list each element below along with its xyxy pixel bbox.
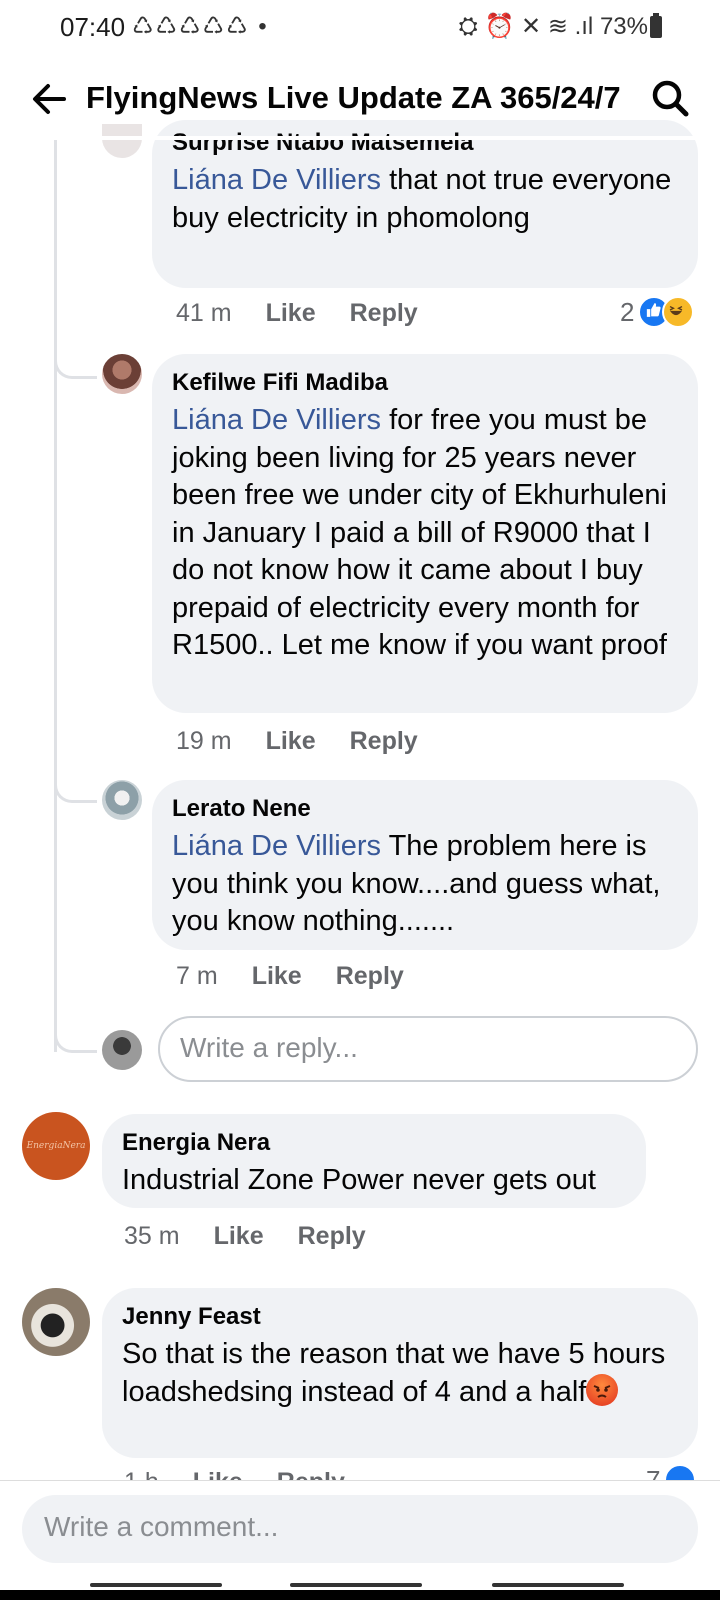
comment-bubble: Jenny Feast So that is the reason that w… xyxy=(102,1288,698,1458)
comment-author[interactable]: Kefilwe Fifi Madiba xyxy=(172,368,678,398)
mention-link[interactable]: Liána De Villiers xyxy=(172,164,381,196)
avatar[interactable]: EnergiaNera xyxy=(22,1112,90,1180)
reply-input[interactable]: Write a reply... xyxy=(158,1016,698,1082)
avatar[interactable] xyxy=(102,354,142,394)
comment-input[interactable]: Write a comment... xyxy=(22,1495,698,1563)
reaction-summary[interactable]: 2 xyxy=(620,296,695,328)
comment-time[interactable]: 7 m xyxy=(176,962,218,991)
page-title: FlyingNews Live Update ZA 365/24/7 xyxy=(86,80,621,115)
reply-button[interactable]: Reply xyxy=(350,299,418,328)
like-button[interactable]: Like xyxy=(252,962,302,991)
like-button[interactable]: Like xyxy=(266,727,316,756)
comment-composer: Write a comment... xyxy=(0,1480,720,1591)
comment-actions: 35 m Like Reply xyxy=(124,1222,366,1251)
comment-bubble: Energia Nera Industrial Zone Power never… xyxy=(102,1114,646,1208)
comment-text: Liána De Villiers that not true everyone… xyxy=(172,162,678,237)
thread-branch xyxy=(54,778,97,803)
haha-reaction-icon xyxy=(662,296,695,328)
comment-bubble: Lerato Nene Liána De Villiers The proble… xyxy=(152,780,698,950)
system-icons: ⛭ ⏰ ✕ ≋ .ıl xyxy=(458,13,594,40)
comment-actions: 19 m Like Reply xyxy=(176,727,418,756)
comment-actions: 41 m Like Reply xyxy=(176,299,418,328)
status-bar: 07:40 ♺♺♺♺♺ • ⛭ ⏰ ✕ ≋ .ıl 73% xyxy=(0,0,720,54)
status-time: 07:40 xyxy=(60,12,126,42)
search-icon[interactable] xyxy=(650,78,690,118)
comment-author[interactable]: Jenny Feast xyxy=(122,1302,678,1332)
comment-text: Liána De Villiers The problem here is yo… xyxy=(172,828,678,941)
like-button[interactable]: Like xyxy=(214,1222,264,1251)
angry-emoji-icon xyxy=(586,1373,619,1406)
user-avatar xyxy=(102,1030,142,1070)
notification-icons: ♺♺♺♺♺ • xyxy=(132,13,269,40)
avatar[interactable] xyxy=(22,1288,90,1356)
nav-handle xyxy=(492,1583,624,1587)
comment-bubble: Surprise Ntabo Matsemela Liána De Villie… xyxy=(152,120,698,288)
reaction-count: 2 xyxy=(620,296,635,327)
thread-branch xyxy=(54,354,97,379)
nav-handle xyxy=(290,1583,422,1587)
comment-time[interactable]: 35 m xyxy=(124,1222,180,1251)
comment-text: Liána De Villiers for free you must be j… xyxy=(172,402,678,665)
comment-body: Industrial Zone Power never gets out xyxy=(122,1164,596,1196)
battery-percent: 73% xyxy=(599,13,648,40)
avatar[interactable] xyxy=(102,780,142,820)
comment-text: So that is the reason that we have 5 hou… xyxy=(122,1336,678,1411)
comment-body: for free you must be joking been living … xyxy=(172,404,667,661)
comment-time[interactable]: 41 m xyxy=(176,299,232,328)
comment-author[interactable]: Energia Nera xyxy=(122,1128,626,1158)
nav-handle xyxy=(90,1583,222,1587)
header-divider xyxy=(0,136,720,140)
system-nav-bar xyxy=(0,1590,720,1600)
back-arrow-icon[interactable] xyxy=(28,78,70,120)
reply-button[interactable]: Reply xyxy=(350,727,418,756)
comment-author[interactable]: Surprise Ntabo Matsemela xyxy=(172,128,678,158)
comment-author[interactable]: Lerato Nene xyxy=(172,794,678,824)
avatar-logo-text: EnergiaNera xyxy=(26,1141,86,1151)
thread-branch xyxy=(54,1028,97,1053)
mention-link[interactable]: Liána De Villiers xyxy=(172,830,381,862)
battery-level: ⛭ ⏰ ✕ ≋ .ıl 73% xyxy=(459,12,648,41)
comment-bubble: Kefilwe Fifi Madiba Liána De Villiers fo… xyxy=(152,354,698,713)
reply-button[interactable]: Reply xyxy=(298,1222,366,1251)
comment-time[interactable]: 19 m xyxy=(176,727,232,756)
mention-link[interactable]: Liána De Villiers xyxy=(172,404,381,436)
thread-line xyxy=(54,140,57,1052)
like-button[interactable]: Like xyxy=(266,299,316,328)
comment-actions: 7 m Like Reply xyxy=(176,962,404,991)
avatar[interactable] xyxy=(102,124,142,158)
battery-icon xyxy=(650,13,662,38)
reply-button[interactable]: Reply xyxy=(336,962,404,991)
comment-body: So that is the reason that we have 5 hou… xyxy=(122,1338,666,1408)
